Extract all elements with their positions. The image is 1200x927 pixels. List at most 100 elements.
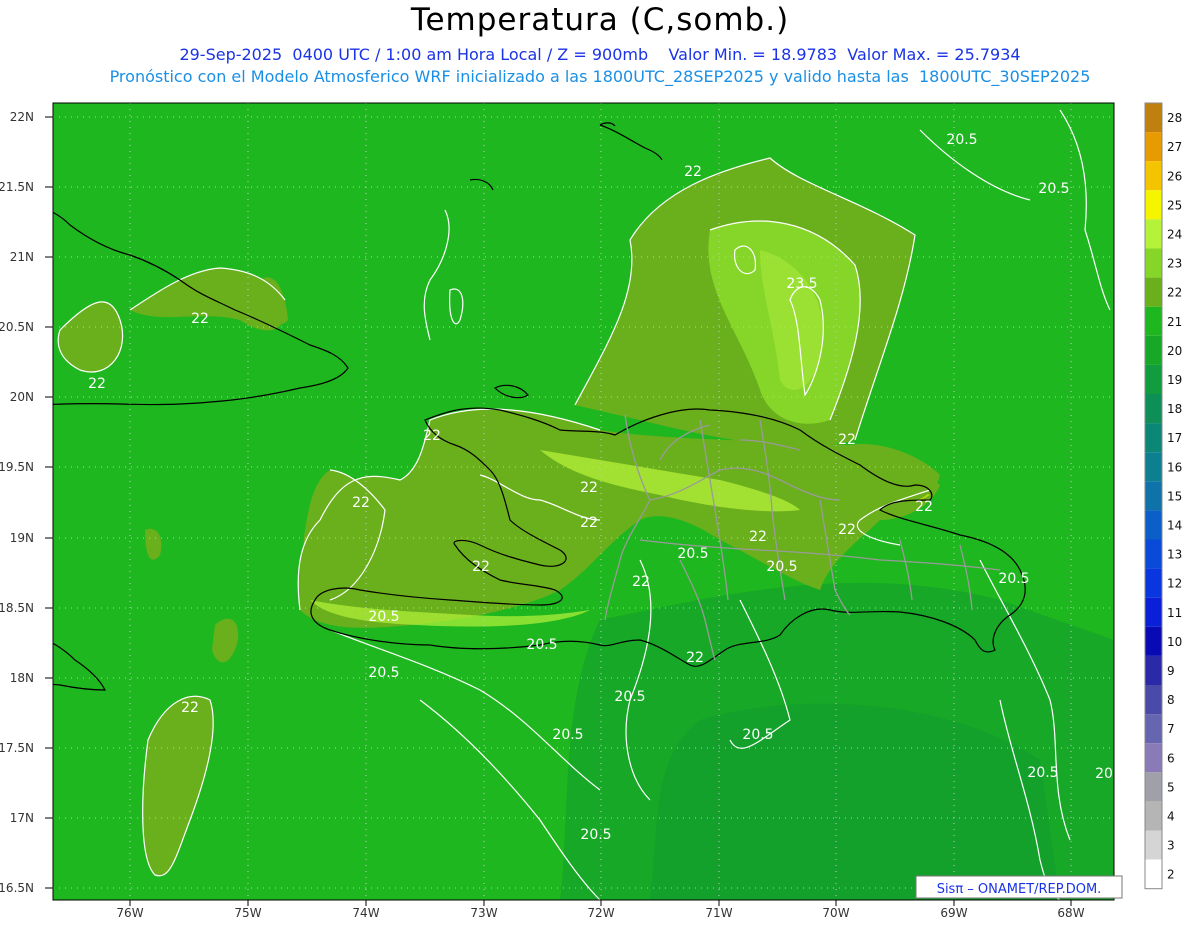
contour-label: 20.5 <box>614 689 645 705</box>
colorbar-label: 24 <box>1167 228 1182 242</box>
colorbar-swatch <box>1145 655 1162 685</box>
lon-label: 74W <box>352 906 379 920</box>
colorbar-label: 15 <box>1167 489 1182 503</box>
colorbar-swatch <box>1145 481 1162 511</box>
colorbar-swatch <box>1145 830 1162 860</box>
colorbar-label: 11 <box>1167 606 1182 620</box>
lat-label: 17N <box>10 811 34 825</box>
lat-label: 20.5N <box>0 320 34 334</box>
lat-label: 19.5N <box>0 460 34 474</box>
colorbar-label: 10 <box>1167 635 1182 649</box>
lon-label: 73W <box>470 906 497 920</box>
lon-label: 76W <box>116 906 143 920</box>
contour-label: 20 <box>1095 766 1113 782</box>
colorbar-swatch <box>1145 626 1162 656</box>
temperature-map: 22N 21.5N 21N 20.5N 20N 19.5N 19N 18.5N … <box>0 102 1182 920</box>
colorbar-label: 7 <box>1167 722 1175 736</box>
contour-label: 22 <box>191 311 209 327</box>
lat-label: 18N <box>10 671 34 685</box>
contour-label: 22 <box>352 495 370 511</box>
contour-label: 20.5 <box>742 727 773 743</box>
colorbar-swatch <box>1145 568 1162 598</box>
contour-label: 20.5 <box>677 546 708 562</box>
contour-label: 20.5 <box>1038 181 1069 197</box>
contour-label: 20.5 <box>1027 765 1058 781</box>
lon-label: 69W <box>940 906 967 920</box>
contour-label: 22 <box>472 559 490 575</box>
lat-label: 22N <box>10 110 34 124</box>
colorbar-swatch <box>1145 306 1162 336</box>
colorbar-swatch <box>1145 510 1162 540</box>
colorbar-label: 17 <box>1167 431 1182 445</box>
contour-label: 22 <box>686 650 704 666</box>
credit-text: Sisπ – ONAMET/REP.DOM. <box>937 882 1102 897</box>
colorbar-swatch <box>1145 423 1162 453</box>
colorbar-swatch <box>1145 452 1162 482</box>
lat-label: 21N <box>10 250 34 264</box>
colorbar-label: 23 <box>1167 257 1182 271</box>
colorbar-label: 12 <box>1167 577 1182 591</box>
credit-box: Sisπ – ONAMET/REP.DOM. <box>915 875 1123 899</box>
colorbar-swatch <box>1145 248 1162 278</box>
colorbar-swatch <box>1145 219 1162 249</box>
contour-label: 20.5 <box>998 571 1029 587</box>
latitude-axis: 22N 21.5N 21N 20.5N 20N 19.5N 19N 18.5N … <box>0 110 34 895</box>
contour-label: 20.5 <box>766 559 797 575</box>
colorbar-label: 4 <box>1167 810 1175 824</box>
lon-ticks <box>129 900 1072 906</box>
colorbar-label: 9 <box>1167 664 1175 678</box>
lat-label: 18.5N <box>0 601 34 615</box>
colorbar-label: 16 <box>1167 460 1182 474</box>
lon-label: 71W <box>705 906 732 920</box>
colorbar-swatch <box>1145 190 1162 220</box>
contour-label: 20.5 <box>580 827 611 843</box>
colorbar-swatch <box>1145 539 1162 569</box>
colorbar-label: 25 <box>1167 198 1182 212</box>
colorbar-label: 28 <box>1167 111 1182 125</box>
contour-label: 20.5 <box>552 727 583 743</box>
contour-label: 22 <box>181 700 199 716</box>
colorbar-label: 3 <box>1167 839 1175 853</box>
colorbar-swatch <box>1145 597 1162 627</box>
contour-label: 20.5 <box>946 132 977 148</box>
colorbar-label: 19 <box>1167 373 1182 387</box>
lat-label: 17.5N <box>0 741 34 755</box>
colorbar-swatch <box>1145 335 1162 365</box>
colorbar-label: 6 <box>1167 751 1175 765</box>
lon-label: 75W <box>234 906 261 920</box>
contour-label: 22 <box>684 164 702 180</box>
lat-label: 16.5N <box>0 881 34 895</box>
colorbar-label: 13 <box>1167 548 1182 562</box>
colorbar-swatch <box>1145 103 1162 133</box>
colorbar-swatch <box>1145 277 1162 307</box>
lat-label: 19N <box>10 531 34 545</box>
contour-label: 22 <box>915 499 933 515</box>
lon-label: 72W <box>587 906 614 920</box>
contour-label: 22 <box>838 522 856 538</box>
lon-label: 68W <box>1057 906 1084 920</box>
temperature-fill <box>53 103 1114 900</box>
contour-label: 22 <box>632 574 650 590</box>
colorbar-swatch <box>1145 772 1162 802</box>
colorbar-swatch <box>1145 132 1162 162</box>
colorbar-label: 26 <box>1167 169 1182 183</box>
contour-label: 22 <box>580 480 598 496</box>
colorbar-label: 22 <box>1167 286 1182 300</box>
colorbar-swatch <box>1145 801 1162 831</box>
colorbar-label: 27 <box>1167 140 1182 154</box>
colorbar: 2827262524232221201918171615141312111098… <box>1144 102 1182 890</box>
colorbar-label: 8 <box>1167 693 1175 707</box>
colorbar-swatch <box>1145 743 1162 773</box>
colorbar-swatch <box>1145 364 1162 394</box>
colorbar-swatch <box>1145 714 1162 744</box>
lat-label: 21.5N <box>0 180 34 194</box>
colorbar-label: 2 <box>1167 868 1175 882</box>
contour-label: 23.5 <box>786 276 817 292</box>
lat-label: 20N <box>10 390 34 404</box>
longitude-axis: 76W 75W 74W 73W 72W 71W 70W 69W 68W <box>116 906 1084 920</box>
lon-label: 70W <box>822 906 849 920</box>
contour-label: 20.5 <box>368 665 399 681</box>
colorbar-swatch <box>1145 394 1162 424</box>
contour-label: 20.5 <box>368 609 399 625</box>
contour-label: 22 <box>580 515 598 531</box>
